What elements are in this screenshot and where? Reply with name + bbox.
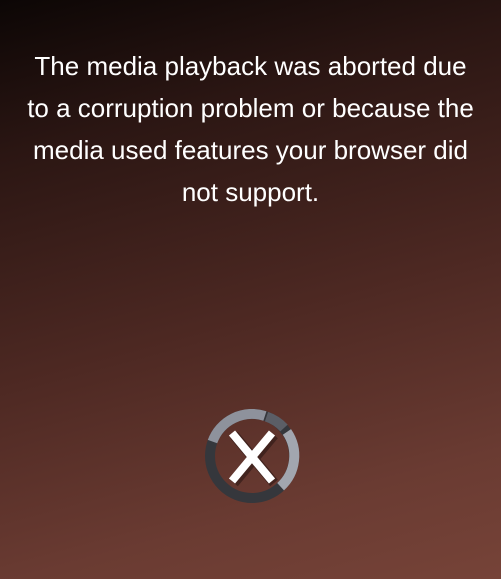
x-mark bbox=[228, 430, 278, 487]
error-message: The media playback was aborted due to a … bbox=[27, 51, 474, 207]
error-x-icon bbox=[198, 402, 306, 510]
error-ring-graphic bbox=[205, 409, 300, 503]
